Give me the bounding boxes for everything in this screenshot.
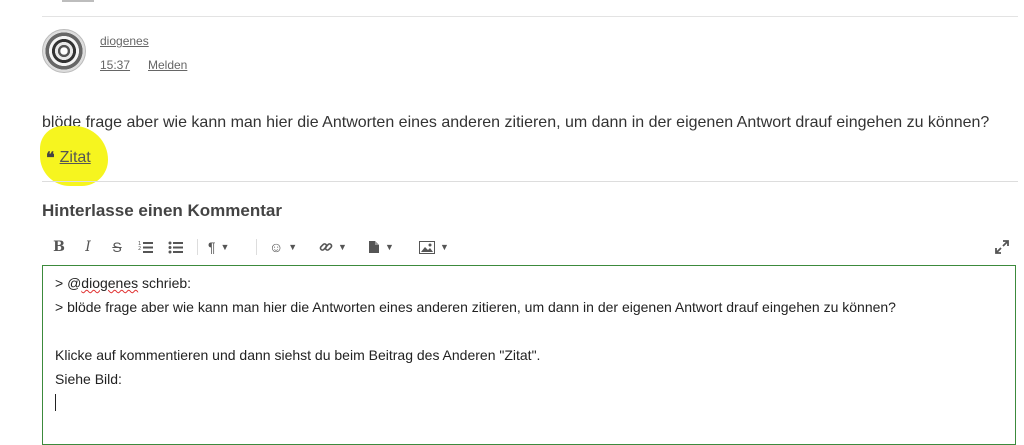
author-link[interactable]: diogenes: [100, 34, 149, 48]
editor-line: > @diogenes schrieb:: [55, 275, 191, 291]
chevron-down-icon: ▼: [288, 242, 298, 252]
svg-text:2: 2: [138, 246, 141, 252]
bold-button[interactable]: B: [50, 236, 68, 258]
divider: [42, 16, 1018, 17]
post-body: blöde frage aber wie kann man hier die A…: [42, 114, 990, 131]
comment-heading: Hinterlasse einen Kommentar: [42, 201, 282, 220]
mention-at: @: [67, 275, 82, 291]
emoji-dropdown[interactable]: ☺ ▼: [269, 236, 297, 258]
unordered-list-button[interactable]: [167, 236, 185, 258]
fullscreen-button[interactable]: [993, 236, 1011, 258]
image-dropdown[interactable]: ▼: [419, 236, 449, 258]
strikethrough-button[interactable]: S: [108, 236, 126, 258]
paragraph-icon: ¶: [208, 239, 216, 255]
report-link[interactable]: Melden: [148, 58, 187, 72]
mention-name: diogenes: [81, 275, 139, 291]
expand-icon: [995, 240, 1009, 254]
file-icon: [369, 241, 379, 253]
text-cursor: [55, 394, 56, 411]
chevron-down-icon: ▼: [440, 242, 449, 252]
toolbar-separator: [256, 239, 257, 255]
timestamp-link[interactable]: 15:37: [100, 58, 130, 72]
quote-button[interactable]: ❝ Zitat: [46, 148, 91, 168]
toolbar-separator: [197, 239, 198, 255]
ordered-list-button[interactable]: 1 2: [137, 236, 155, 258]
mention-suffix: schrieb:: [138, 275, 192, 291]
editor-line: Siehe Bild:: [55, 371, 122, 387]
ordered-list-icon: 1 2: [138, 241, 153, 253]
quote-label: Zitat: [59, 149, 91, 166]
quote-prefix: >: [55, 275, 68, 291]
image-icon: [419, 240, 435, 254]
previous-post-link-stub: [62, 0, 94, 2]
link-dropdown[interactable]: ▼: [319, 236, 347, 258]
emoji-icon: ☺: [269, 239, 284, 255]
avatar[interactable]: [42, 29, 86, 73]
editor-toolbar: B I S 1 2 ¶ ▼ ☺ ▼ ▼ ▼ ▼: [50, 236, 1020, 258]
editor-line: > blöde frage aber wie kann man hier die…: [55, 299, 896, 315]
chevron-down-icon: ▼: [338, 242, 347, 252]
quote-icon: ❝: [46, 150, 55, 167]
chevron-down-icon: ▼: [385, 242, 394, 252]
chevron-down-icon: ▼: [220, 242, 230, 252]
divider: [42, 181, 1018, 182]
paragraph-dropdown[interactable]: ¶ ▼: [208, 236, 229, 258]
file-dropdown[interactable]: ▼: [368, 236, 394, 258]
link-icon: [319, 243, 333, 251]
italic-button[interactable]: I: [79, 236, 97, 258]
bullet-list-icon: [168, 241, 183, 254]
editor-line: Klicke auf kommentieren und dann siehst …: [55, 347, 541, 363]
comment-editor[interactable]: > @diogenes schrieb: > blöde frage aber …: [42, 265, 1016, 445]
